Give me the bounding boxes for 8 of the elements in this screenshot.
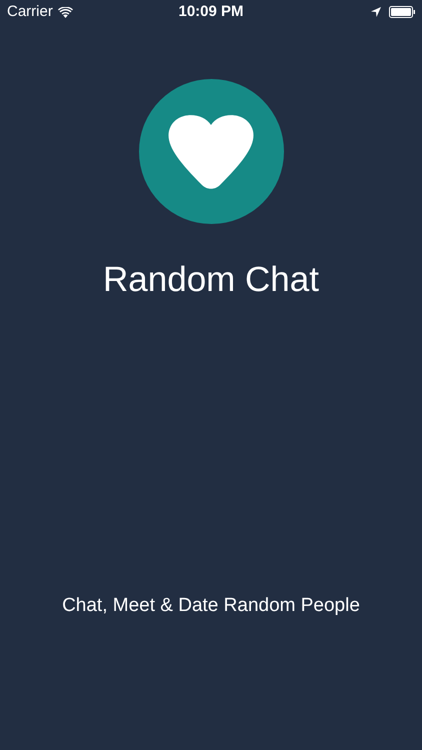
app-title: Random Chat [103,259,319,301]
tagline: Chat, Meet & Date Random People [62,594,360,618]
location-arrow-icon [371,7,382,17]
heart-icon [166,112,256,190]
battery-icon [389,6,416,18]
wifi-icon [58,6,73,18]
carrier-name: Carrier [7,2,53,22]
status-time: 10:09 PM [178,2,244,22]
